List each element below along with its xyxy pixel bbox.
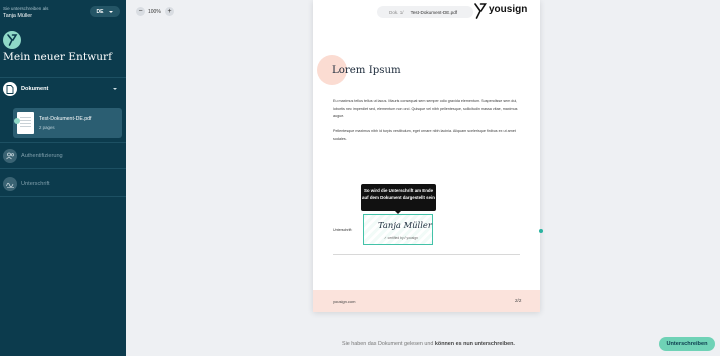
document-card[interactable]: Test-Dokument-DE.pdf 2 pages: [13, 108, 122, 138]
signer-name: Tanja Müller: [3, 13, 33, 19]
certified-stamp: ✓ certified by ⁄⁄ yousign: [384, 236, 418, 240]
signature-icon: [3, 177, 17, 191]
reading-status-prefix: Sie haben das Dokument gelesen und: [342, 341, 434, 347]
divider: [333, 254, 520, 255]
language-label: DE: [96, 8, 104, 15]
signer-caption: Sie unterschreiben als: [3, 6, 49, 11]
chevron-down-icon: [109, 10, 114, 13]
sign-button[interactable]: Unterschreiben: [659, 337, 715, 351]
document-counter: Dok. 1/: [389, 9, 404, 15]
check-icon: [14, 118, 20, 124]
yousign-mark-icon: [474, 3, 487, 19]
chevron-down-icon[interactable]: [113, 88, 117, 90]
document-name: Test-Dokument-DE.pdf: [39, 116, 92, 122]
step-document[interactable]: Dokument: [3, 82, 48, 96]
page-number: 2/2: [515, 298, 522, 303]
document-indicator: Dok. 1/ Test-Dokument-DE.pdf: [377, 6, 473, 18]
divider: [0, 77, 126, 78]
step-authentication[interactable]: Authentifizierung: [3, 149, 63, 163]
sidebar: Sie unterschreiben als Tanja Müller DE M…: [0, 0, 126, 356]
step-authentication-label: Authentifizierung: [21, 153, 63, 159]
document-heading: Lorem Ipsum: [332, 65, 401, 76]
zoom-out-button[interactable]: −: [136, 7, 145, 16]
document-icon: [3, 82, 17, 96]
step-document-label: Dokument: [21, 86, 49, 92]
document-pages: 2 pages: [39, 125, 55, 130]
page-footer: yousign.com 2/2: [313, 290, 540, 312]
document-indicator-name: Test-Dokument-DE.pdf: [410, 9, 458, 15]
divider: [0, 168, 126, 169]
step-signature-label: Unterschrift: [21, 181, 50, 187]
divider: [0, 142, 126, 143]
signature-preview: Tanja Müller: [378, 220, 432, 230]
draft-title: Mein neuer Entwurf: [3, 51, 112, 63]
signature-label: Unterschrift:: [333, 228, 353, 232]
reading-status-emphasis: können es nun unterschreiben.: [434, 341, 515, 347]
scroll-indicator: [539, 229, 543, 233]
people-icon: [3, 149, 17, 163]
footer-url: yousign.com: [333, 299, 356, 304]
step-signature[interactable]: Unterschrift: [3, 177, 50, 191]
yousign-logo-icon: [3, 31, 21, 49]
tooltip-arrow: [395, 211, 401, 214]
zoom-in-button[interactable]: +: [165, 7, 174, 16]
language-selector[interactable]: DE: [90, 6, 120, 17]
signature-field[interactable]: Tanja Müller ✓ certified by ⁄⁄ yousign: [363, 214, 433, 245]
document-thumbnail: [17, 112, 34, 134]
zoom-level: 100%: [148, 9, 161, 15]
paragraph: Pellentesque maximus nibh id turpis vest…: [333, 129, 516, 141]
signature-tooltip: So wird die Unterschrift am Ende auf dem…: [361, 184, 436, 211]
document-page: Dok. 1/ Test-Dokument-DE.pdf yousign Lor…: [313, 0, 540, 312]
brand-logo: yousign: [489, 4, 528, 15]
divider: [0, 196, 126, 197]
reading-status: Sie haben das Dokument gelesen und könne…: [342, 341, 515, 347]
paragraph: Eu maximus tellus tellus ut lacus. Mauri…: [333, 99, 518, 119]
